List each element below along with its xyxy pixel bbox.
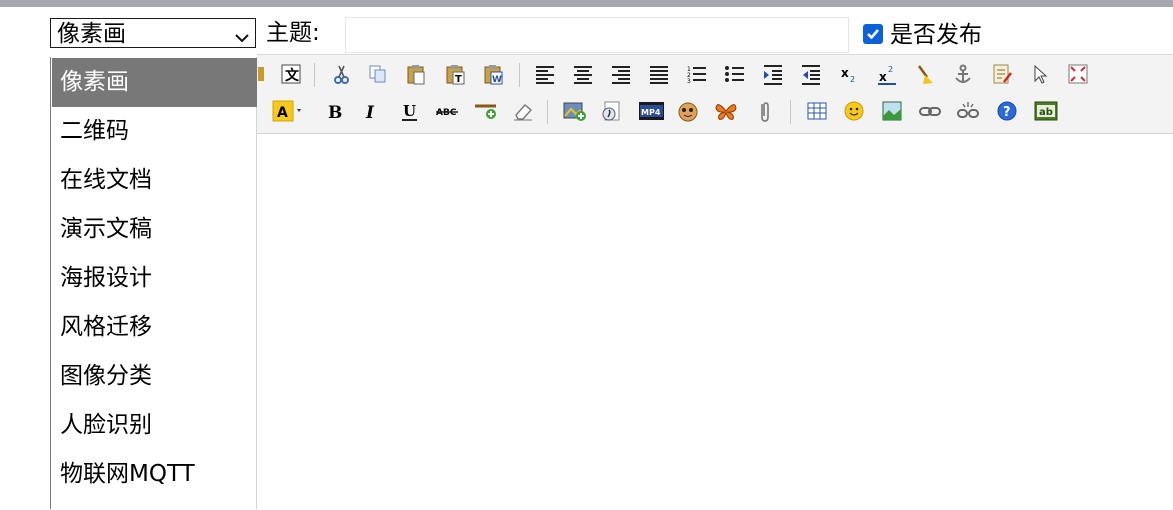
table-icon[interactable] bbox=[805, 98, 829, 124]
outdent-icon[interactable] bbox=[799, 61, 823, 87]
italic-icon[interactable]: I bbox=[360, 98, 384, 124]
fullscreen-icon[interactable] bbox=[1066, 61, 1090, 87]
svg-text:I: I bbox=[365, 103, 375, 122]
dropdown-option[interactable]: 风格迁移 bbox=[52, 303, 257, 352]
highlight-color-icon[interactable]: A bbox=[271, 98, 305, 124]
dropdown-option[interactable]: 演示文稿 bbox=[52, 205, 257, 254]
dropdown-option[interactable]: 在线文档 bbox=[52, 156, 257, 205]
svg-text:B: B bbox=[328, 103, 342, 122]
code-icon[interactable]: ab bbox=[1033, 98, 1058, 124]
strikethrough-icon[interactable]: ABC bbox=[435, 98, 459, 124]
paste-plain-icon[interactable]: T bbox=[443, 61, 467, 87]
dropdown-option[interactable]: 图像分类 bbox=[52, 352, 257, 401]
clear-format-icon[interactable] bbox=[913, 61, 937, 87]
editor-toolbar: 文 T W 1 2 3 x 2 x 2 A B I U ABC MP4 ? ab bbox=[257, 55, 1173, 134]
dropdown-option[interactable]: 物联网MQTT bbox=[52, 450, 257, 499]
editor-content-area[interactable] bbox=[257, 134, 1173, 510]
subscript-icon[interactable]: x2 bbox=[837, 61, 861, 87]
toolbar-separator bbox=[314, 63, 315, 87]
bold-icon[interactable]: B bbox=[323, 98, 347, 124]
svg-text:x: x bbox=[879, 70, 887, 84]
paste-icon[interactable] bbox=[404, 61, 428, 87]
align-justify-icon[interactable] bbox=[647, 61, 671, 87]
unordered-list-icon[interactable] bbox=[723, 61, 747, 87]
select-all-icon[interactable] bbox=[1028, 61, 1052, 87]
publish-label: 是否发布 bbox=[890, 22, 982, 48]
svg-text:U: U bbox=[403, 102, 416, 120]
superscript-icon[interactable]: x2 bbox=[875, 61, 899, 87]
svg-text:T: T bbox=[455, 74, 462, 85]
eraser-icon[interactable] bbox=[511, 98, 535, 124]
svg-text:文: 文 bbox=[285, 67, 300, 84]
help-icon[interactable]: ? bbox=[995, 98, 1019, 124]
subject-input[interactable] bbox=[345, 17, 849, 53]
edit-source-icon[interactable] bbox=[990, 61, 1014, 87]
dropdown-option[interactable]: 二维码 bbox=[52, 107, 257, 156]
dropdown-option[interactable]: 海报设计 bbox=[52, 254, 257, 303]
svg-text:W: W bbox=[492, 75, 502, 85]
flash-icon[interactable] bbox=[599, 98, 623, 124]
insert-image-icon[interactable] bbox=[562, 98, 586, 124]
form-row: 像素画 主题: 是否发布 bbox=[0, 14, 1173, 54]
toolbar-separator bbox=[519, 63, 520, 87]
category-select[interactable]: 像素画 bbox=[50, 18, 256, 48]
paste-from-word-icon[interactable]: W bbox=[481, 61, 505, 87]
subject-label: 主题: bbox=[266, 20, 320, 46]
align-right-icon[interactable] bbox=[609, 61, 633, 87]
align-left-icon[interactable] bbox=[533, 61, 557, 87]
paste-text-icon[interactable]: 文 bbox=[279, 61, 303, 87]
svg-text:x: x bbox=[841, 66, 849, 80]
svg-text:ab: ab bbox=[1039, 107, 1053, 118]
unlink-icon[interactable] bbox=[956, 98, 980, 124]
align-center-icon[interactable] bbox=[571, 61, 595, 87]
underline-icon[interactable]: U bbox=[398, 98, 422, 124]
indent-icon[interactable] bbox=[761, 61, 785, 87]
media-mp4-icon[interactable]: MP4 bbox=[637, 98, 665, 124]
emoticon-cat-icon[interactable] bbox=[675, 98, 699, 124]
anchor-icon[interactable] bbox=[951, 61, 975, 87]
ordered-list-icon[interactable]: 123 bbox=[685, 61, 709, 87]
image-gallery-icon[interactable] bbox=[880, 98, 904, 124]
dropdown-option[interactable]: 人脸识别 bbox=[52, 401, 257, 450]
copy-icon[interactable] bbox=[366, 61, 390, 87]
chevron-down-icon bbox=[235, 28, 249, 43]
svg-text:2: 2 bbox=[850, 75, 855, 84]
category-dropdown-list: 像素画 二维码 在线文档 演示文稿 海报设计 风格迁移 图像分类 人脸识别 物联… bbox=[50, 57, 257, 509]
butterfly-icon[interactable] bbox=[713, 98, 737, 124]
smiley-icon[interactable] bbox=[842, 98, 866, 124]
category-select-value: 像素画 bbox=[57, 21, 126, 47]
top-border bbox=[0, 0, 1173, 7]
svg-text:MP4: MP4 bbox=[641, 108, 661, 117]
rich-text-editor[interactable]: 文 T W 1 2 3 x 2 x 2 A B I U ABC MP4 ? ab bbox=[257, 54, 1173, 510]
attachment-icon[interactable] bbox=[753, 98, 777, 124]
toolbar-separator bbox=[547, 100, 548, 124]
link-icon[interactable] bbox=[918, 98, 942, 124]
svg-text:2: 2 bbox=[888, 65, 893, 74]
svg-text:3: 3 bbox=[687, 78, 691, 85]
svg-text:ABC: ABC bbox=[436, 108, 457, 118]
cut-icon[interactable] bbox=[329, 61, 353, 87]
dropdown-option[interactable]: 像素画 bbox=[52, 58, 257, 107]
insert-line-icon[interactable] bbox=[473, 98, 497, 124]
svg-text:A: A bbox=[277, 105, 288, 121]
svg-text:?: ? bbox=[1003, 105, 1011, 120]
publish-checkbox[interactable] bbox=[863, 24, 883, 44]
toolbar-separator bbox=[790, 100, 791, 124]
